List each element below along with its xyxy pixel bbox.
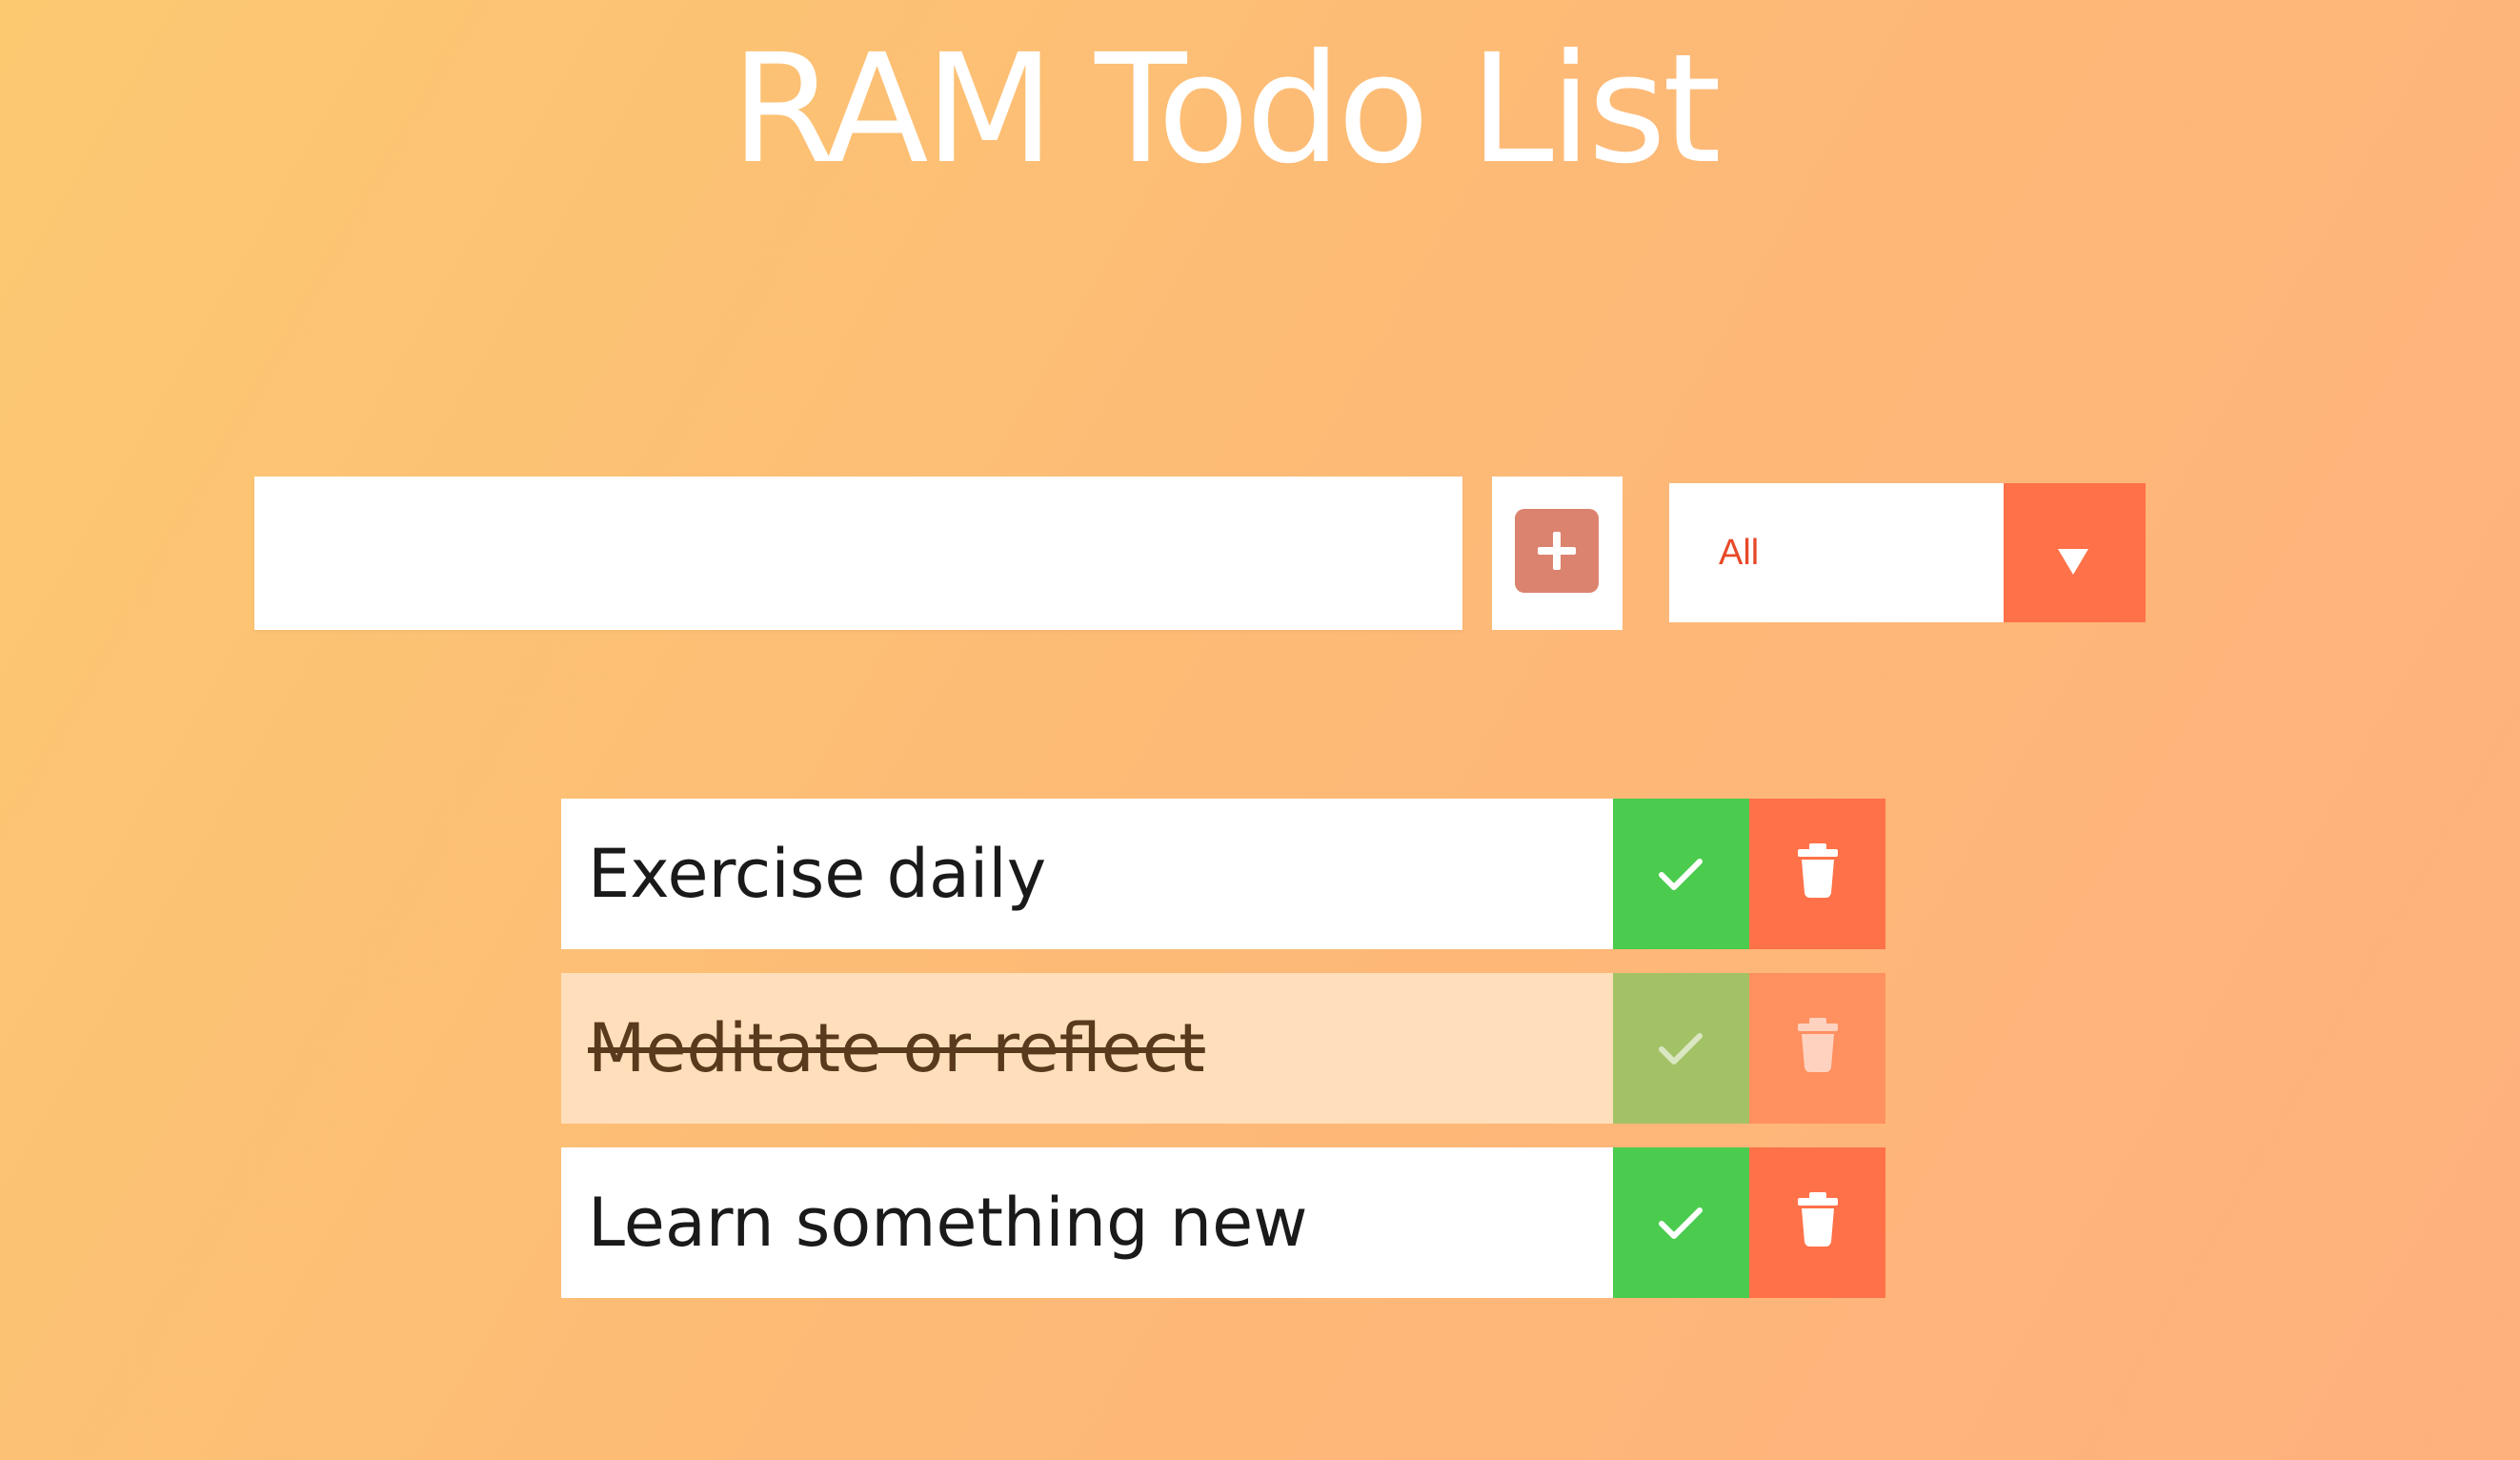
- trash-icon: [1798, 843, 1838, 898]
- add-todo-container: [1492, 477, 1623, 630]
- add-todo-button[interactable]: [1515, 509, 1599, 593]
- todo-text-container: Meditate or reflect: [561, 973, 1613, 1124]
- filter-selected-value: All: [1719, 533, 1760, 573]
- check-icon: [1659, 859, 1703, 890]
- trash-icon: [1798, 1192, 1838, 1247]
- filter-select[interactable]: All: [1669, 483, 2146, 622]
- todo-text-container: Exercise daily: [561, 799, 1613, 949]
- check-icon: [1659, 1207, 1703, 1239]
- complete-button[interactable]: [1613, 973, 1749, 1124]
- todo-text: Meditate or reflect: [588, 1009, 1205, 1087]
- todo-text-container: Learn something new: [561, 1147, 1613, 1298]
- todo-text: Learn something new: [588, 1184, 1308, 1262]
- plus-icon: [1538, 532, 1576, 570]
- todo-text: Exercise daily: [588, 835, 1047, 913]
- complete-button[interactable]: [1613, 799, 1749, 949]
- trash-icon: [1798, 1018, 1838, 1072]
- delete-button[interactable]: [1749, 973, 1885, 1124]
- check-icon: [1659, 1033, 1703, 1065]
- filter-dropdown-toggle[interactable]: [2004, 483, 2146, 622]
- page-title: RAM Todo List: [731, 22, 1722, 197]
- caret-down-icon: [2058, 549, 2088, 575]
- todo-item: Learn something new: [561, 1147, 1885, 1298]
- todo-item: Exercise daily: [561, 799, 1885, 949]
- todo-input[interactable]: [254, 477, 1462, 630]
- delete-button[interactable]: [1749, 1147, 1885, 1298]
- todo-item-completed: Meditate or reflect: [561, 973, 1885, 1124]
- complete-button[interactable]: [1613, 1147, 1749, 1298]
- delete-button[interactable]: [1749, 799, 1885, 949]
